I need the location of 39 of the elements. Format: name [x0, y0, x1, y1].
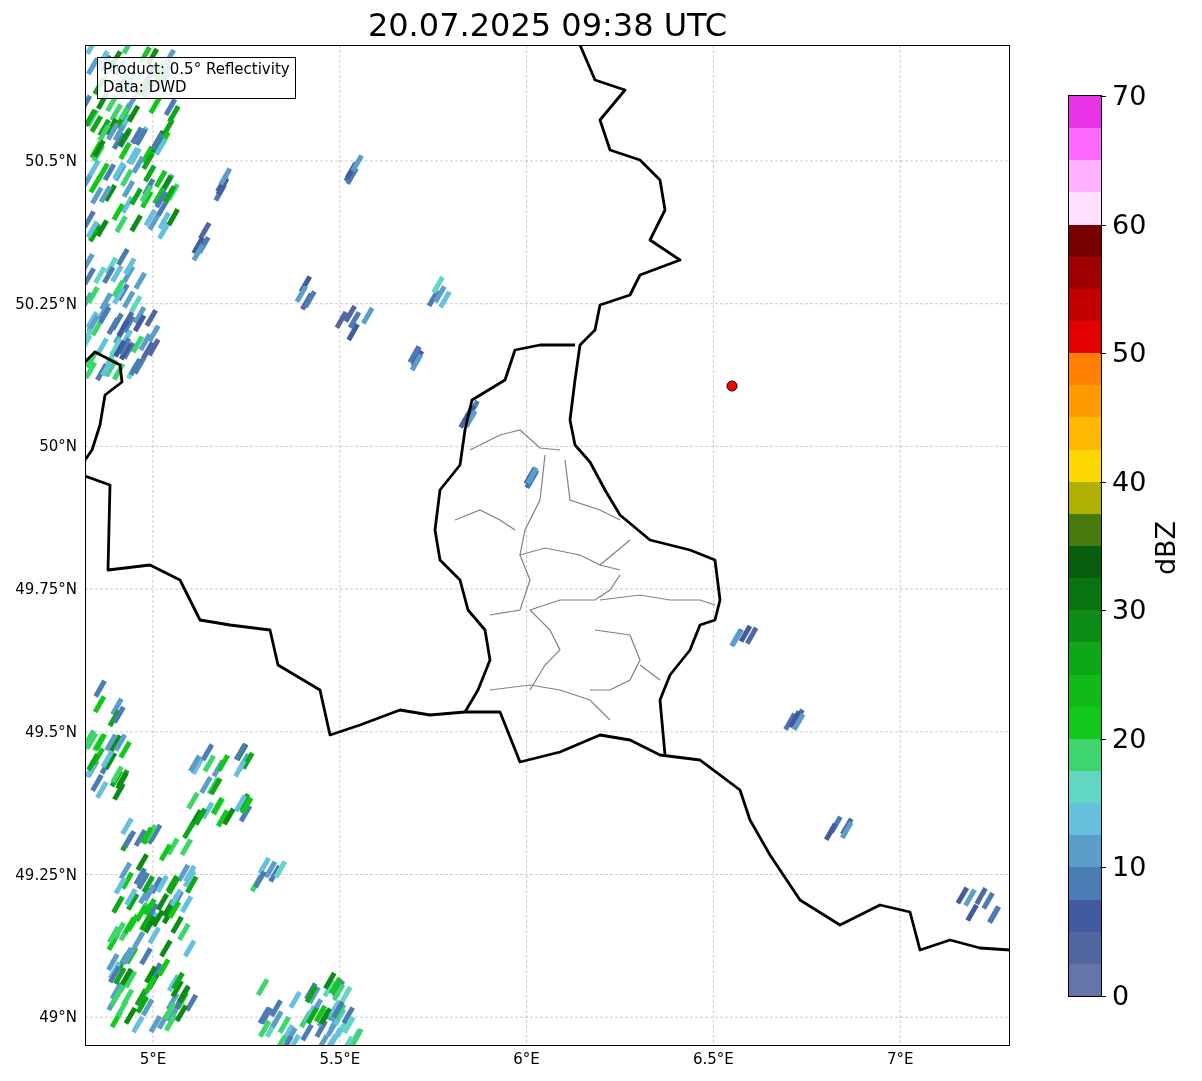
- chart-title: 20.07.2025 09:38 UTC: [366, 5, 729, 45]
- radar-echo: [343, 154, 364, 186]
- radar-echo: [191, 221, 212, 262]
- location-marker: [726, 380, 738, 392]
- radar-echo: [294, 275, 317, 311]
- legend-text: Data: DWD: [103, 78, 188, 96]
- radar-echo: [213, 167, 233, 202]
- scale-axis-label: dBZ: [1149, 520, 1181, 576]
- scale-tick-label: 70: [1112, 81, 1147, 111]
- scale-tick-label: 0: [1112, 981, 1130, 1011]
- scale-tick-label: 50: [1112, 338, 1147, 369]
- scale-tick-label: 20: [1112, 723, 1147, 754]
- radar-echo: [334, 304, 375, 342]
- latitude-label: 49°N: [39, 1008, 77, 1027]
- longitude-label: 5.5°E: [319, 1050, 361, 1068]
- scale-tick-label: 30: [1112, 595, 1147, 626]
- radar-echo: [955, 886, 1001, 924]
- radar-echo: [824, 815, 854, 841]
- latitude-label: 49.5°N: [24, 722, 77, 741]
- radar-echo: [426, 275, 452, 309]
- radar-echo: [523, 466, 540, 490]
- radar-echo: [729, 624, 759, 648]
- scale-tick-label: 10: [1112, 852, 1147, 883]
- latitude-label: 50°N: [39, 437, 77, 456]
- latitude-label: 50.5°N: [24, 152, 77, 170]
- longitude-label: 6.5°E: [692, 1050, 734, 1068]
- longitude-label: 5°E: [139, 1050, 167, 1068]
- radar-echo: [783, 708, 806, 732]
- radar-echo: [249, 856, 288, 893]
- radar-echo: [407, 345, 425, 372]
- legend-text: Product: 0.5° Reflectivity: [103, 60, 290, 78]
- scale-tick-label: 40: [1112, 466, 1147, 497]
- radar-echo: [458, 399, 480, 429]
- latitude-label: 49.75°N: [15, 580, 77, 599]
- longitude-label: 7°E: [886, 1050, 914, 1068]
- latitude-label: 50.25°N: [15, 294, 77, 313]
- longitude-label: 6°E: [513, 1050, 540, 1068]
- scale-tick-label: 60: [1112, 209, 1147, 240]
- latitude-label: 49.25°N: [15, 865, 77, 884]
